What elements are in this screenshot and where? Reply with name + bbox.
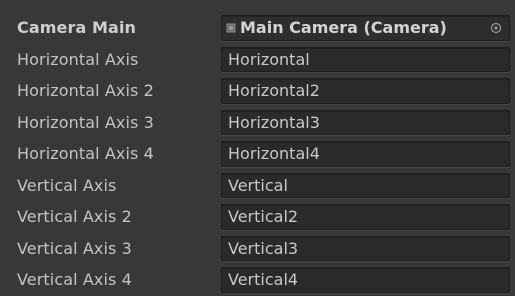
horizontal-axis-4-row: Horizontal Axis 4 Horizontal4 xyxy=(0,138,515,170)
vertical-axis-3-label: Vertical Axis 3 xyxy=(17,238,132,258)
horizontal-axis-3-row: Horizontal Axis 3 Horizontal3 xyxy=(0,107,515,139)
horizontal-axis-4-field[interactable]: Horizontal4 xyxy=(221,141,510,167)
vertical-axis-label: Vertical Axis xyxy=(17,175,117,195)
vertical-axis-2-label: Vertical Axis 2 xyxy=(17,207,132,227)
vertical-axis-2-row: Vertical Axis 2 Vertical2 xyxy=(0,201,515,233)
horizontal-axis-4-label: Horizontal Axis 4 xyxy=(17,144,154,164)
vertical-axis-2-field[interactable]: Vertical2 xyxy=(221,204,510,230)
vertical-axis-3-field[interactable]: Vertical3 xyxy=(221,235,510,261)
vertical-axis-3-row: Vertical Axis 3 Vertical3 xyxy=(0,233,515,265)
camera-main-row: Camera Main Main Camera (Camera) xyxy=(0,12,515,44)
vertical-axis-4-field[interactable]: Vertical4 xyxy=(221,267,510,293)
vertical-axis-row: Vertical Axis Vertical xyxy=(0,170,515,202)
object-picker-icon[interactable] xyxy=(490,21,502,34)
vertical-axis-field[interactable]: Vertical xyxy=(221,172,510,198)
horizontal-axis-2-field[interactable]: Horizontal2 xyxy=(221,78,510,104)
camera-main-object-field[interactable]: Main Camera (Camera) xyxy=(221,15,510,41)
horizontal-axis-row: Horizontal Axis Horizontal xyxy=(0,44,515,76)
camera-main-label: Camera Main xyxy=(17,18,137,38)
horizontal-axis-label: Horizontal Axis xyxy=(17,49,139,69)
vertical-axis-4-label: Vertical Axis 4 xyxy=(17,270,132,290)
horizontal-axis-2-label: Horizontal Axis 2 xyxy=(17,81,154,101)
horizontal-axis-2-row: Horizontal Axis 2 Horizontal2 xyxy=(0,75,515,107)
inspector-panel: Camera Main Main Camera (Camera) Horizon… xyxy=(0,0,515,296)
camera-main-value: Main Camera (Camera) xyxy=(240,18,447,38)
horizontal-axis-3-label: Horizontal Axis 3 xyxy=(17,112,154,132)
camera-object-icon xyxy=(226,22,236,34)
vertical-axis-4-row: Vertical Axis 4 Vertical4 xyxy=(0,264,515,296)
horizontal-axis-3-field[interactable]: Horizontal3 xyxy=(221,109,510,135)
horizontal-axis-field[interactable]: Horizontal xyxy=(221,46,510,72)
